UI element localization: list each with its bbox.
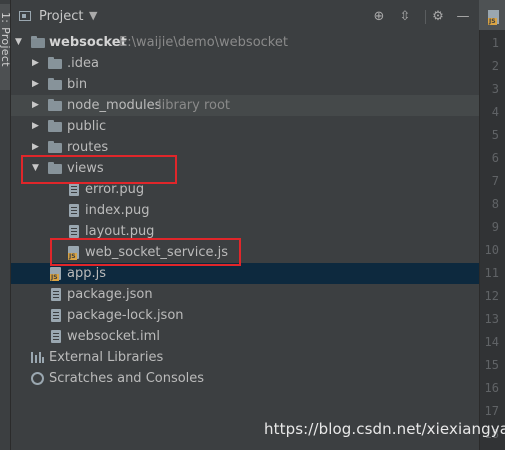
tree-root[interactable]: ▼ websocket E:\waijie\demo\websocket bbox=[11, 32, 479, 53]
tree-item-label: node_modules bbox=[67, 98, 162, 113]
toolbar-divider bbox=[425, 10, 426, 24]
views-highlight-box bbox=[21, 155, 177, 184]
tree-item-label: public bbox=[67, 119, 107, 134]
expand-arrow-icon[interactable]: ▼ bbox=[15, 32, 25, 53]
line-number: 10 bbox=[484, 243, 499, 257]
collapse-arrow-icon[interactable]: ▶ bbox=[32, 95, 42, 116]
file-icon bbox=[69, 183, 79, 196]
line-number: 14 bbox=[484, 335, 499, 349]
tree-item-label: index.pug bbox=[85, 203, 150, 218]
collapse-icon[interactable]: ⇳ bbox=[397, 9, 413, 25]
tree-item-label: package.json bbox=[67, 287, 153, 302]
line-number: 7 bbox=[491, 174, 499, 188]
tree-item-bin[interactable]: ▶ bin bbox=[11, 74, 479, 95]
tree-item-label: websocket.iml bbox=[67, 329, 160, 344]
panel-title[interactable]: Project bbox=[39, 9, 83, 24]
collapse-arrow-icon[interactable]: ▶ bbox=[32, 116, 42, 137]
tree-item-node-modules[interactable]: ▶ node_modules library root bbox=[11, 95, 479, 116]
root-name: websocket bbox=[49, 35, 127, 50]
js-file-icon bbox=[50, 267, 61, 281]
line-number: 5 bbox=[491, 128, 499, 142]
tree-item-scratches[interactable]: Scratches and Consoles bbox=[11, 368, 479, 389]
library-icon bbox=[31, 352, 44, 363]
line-number: 8 bbox=[491, 197, 499, 211]
tree-item-label: External Libraries bbox=[49, 350, 164, 365]
tree-item-package-json[interactable]: package.json bbox=[11, 284, 479, 305]
line-number: 1 bbox=[491, 36, 499, 50]
gear-icon[interactable]: ⚙ bbox=[430, 9, 446, 25]
tree-item-public[interactable]: ▶ public bbox=[11, 116, 479, 137]
module-folder-icon bbox=[31, 36, 45, 48]
collapse-arrow-icon[interactable]: ▶ bbox=[32, 74, 42, 95]
line-number: 2 bbox=[491, 59, 499, 73]
project-panel: Project ▼ ⊕ ⇳ ⚙ — ▼ websocket E:\waijie\… bbox=[11, 0, 479, 450]
hide-icon[interactable]: — bbox=[455, 9, 471, 25]
watermark: https://blog.csdn.net/xiexiangyan bbox=[264, 420, 505, 438]
file-icon bbox=[51, 330, 61, 343]
folder-icon bbox=[48, 99, 62, 111]
line-number: 9 bbox=[491, 220, 499, 234]
project-tool-tab[interactable]: 1: Project bbox=[0, 4, 12, 90]
file-icon bbox=[51, 309, 61, 322]
locate-icon[interactable]: ⊕ bbox=[371, 9, 387, 25]
file-icon bbox=[69, 204, 79, 217]
line-number: 6 bbox=[491, 151, 499, 165]
line-number: 16 bbox=[484, 381, 499, 395]
tree-item-websocket-iml[interactable]: websocket.iml bbox=[11, 326, 479, 347]
file-icon bbox=[69, 225, 79, 238]
caret-down-icon[interactable]: ▼ bbox=[89, 9, 97, 22]
tree-item-external-libraries[interactable]: External Libraries bbox=[11, 347, 479, 368]
line-number: 15 bbox=[484, 358, 499, 372]
file-icon bbox=[51, 288, 61, 301]
folder-icon bbox=[48, 120, 62, 132]
collapse-arrow-icon[interactable]: ▶ bbox=[32, 53, 42, 74]
line-number: 11 bbox=[484, 266, 499, 280]
library-root-hint: library root bbox=[158, 98, 231, 113]
tree-item-label: bin bbox=[67, 77, 88, 92]
tree-item-idea[interactable]: ▶ .idea bbox=[11, 53, 479, 74]
scratches-icon bbox=[31, 372, 44, 385]
folder-icon bbox=[48, 141, 62, 153]
line-number: 4 bbox=[491, 105, 499, 119]
tree-item-package-lock[interactable]: package-lock.json bbox=[11, 305, 479, 326]
tree-item-index-pug[interactable]: index.pug bbox=[11, 200, 479, 221]
js-file-icon bbox=[488, 10, 499, 25]
line-number: 17 bbox=[484, 404, 499, 418]
project-panel-header: Project ▼ ⊕ ⇳ ⚙ — bbox=[11, 0, 479, 34]
folder-icon bbox=[48, 78, 62, 90]
line-number: 12 bbox=[484, 289, 499, 303]
line-number: 13 bbox=[484, 312, 499, 326]
tree-item-label: app.js bbox=[67, 266, 106, 281]
tree-item-label: .idea bbox=[67, 56, 99, 71]
tree-item-label: package-lock.json bbox=[67, 308, 184, 323]
line-number: 3 bbox=[491, 82, 499, 96]
project-icon bbox=[19, 11, 31, 21]
service-highlight-box bbox=[50, 238, 241, 266]
tree-item-app-js[interactable]: app.js bbox=[11, 263, 479, 284]
root-path: E:\waijie\demo\websocket bbox=[119, 35, 288, 50]
tree-item-label: Scratches and Consoles bbox=[49, 371, 205, 386]
folder-icon bbox=[48, 57, 62, 69]
